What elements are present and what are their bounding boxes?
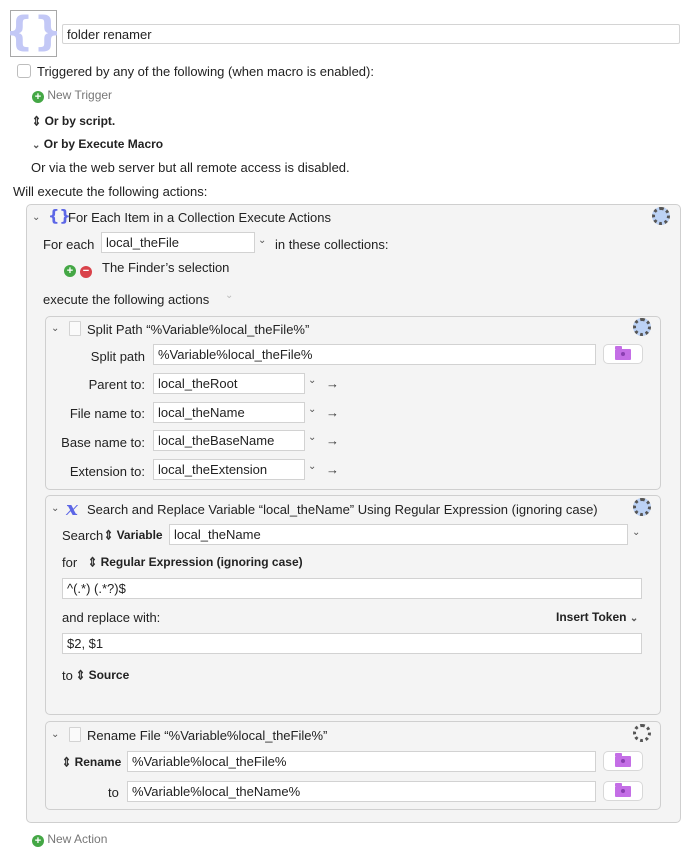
- collection-item[interactable]: The Finder’s selection: [102, 260, 229, 275]
- split-path-field[interactable]: %Variable%local_theFile%: [153, 344, 596, 365]
- pattern-field[interactable]: ^(.*) (.*?)$: [62, 578, 642, 599]
- collapse-toggle[interactable]: ⌄: [51, 500, 59, 514]
- arrow-right-icon[interactable]: →: [326, 433, 339, 448]
- plus-icon: +: [32, 835, 44, 847]
- triggered-checkbox[interactable]: [17, 64, 31, 78]
- chevron-down-icon: ⌄: [32, 140, 41, 151]
- rename-label: Rename: [74, 755, 122, 769]
- rename-mode-selector[interactable]: ⇕ Rename: [62, 755, 122, 771]
- folder-button[interactable]: [603, 781, 643, 801]
- or-by-script-label: Or by script.: [44, 114, 116, 128]
- or-by-execute-macro-toggle[interactable]: ⌄ Or by Execute Macro: [32, 137, 163, 151]
- folder-button[interactable]: [603, 344, 643, 364]
- will-execute-label: Will execute the following actions:: [13, 184, 208, 199]
- for-type-selector[interactable]: ⇕ Regular Expression (ignoring case): [88, 555, 303, 571]
- document-icon: [69, 727, 81, 742]
- file-name-to-field[interactable]: local_theName: [153, 402, 305, 423]
- split-path-label: Split path: [90, 349, 145, 364]
- search-variable-field[interactable]: local_theName: [169, 524, 628, 545]
- chevron-down-icon[interactable]: ⌄: [308, 375, 316, 386]
- gear-icon[interactable]: [652, 207, 670, 225]
- replace-label: and replace with:: [62, 610, 161, 625]
- in-collections-label: in these collections:: [275, 237, 389, 252]
- triggered-label: Triggered by any of the following (when …: [37, 64, 374, 79]
- to-target-selector[interactable]: ⇕ Source: [76, 668, 130, 684]
- to-target-label: Source: [88, 668, 130, 682]
- collapse-toggle[interactable]: ⌄: [32, 209, 40, 223]
- macro-icon[interactable]: {}: [5, 10, 62, 57]
- search-label: Search: [62, 528, 104, 543]
- arrow-right-icon[interactable]: →: [326, 405, 339, 420]
- parent-to-field[interactable]: local_theRoot: [153, 373, 305, 394]
- rename-source-field[interactable]: %Variable%local_theFile%: [127, 751, 596, 772]
- search-replace-title: Search and Replace Variable “local_theNa…: [87, 502, 598, 517]
- for-each-variable-field[interactable]: local_theFile: [101, 232, 255, 253]
- plus-icon: +: [32, 91, 44, 103]
- curly-braces-icon: {}: [5, 8, 62, 55]
- for-type-label: Regular Expression (ignoring case): [100, 555, 303, 569]
- split-path-title: Split Path “%Variable%local_theFile%”: [87, 322, 310, 337]
- new-trigger-label: New Trigger: [47, 88, 113, 102]
- rename-target-field[interactable]: %Variable%local_theName%: [127, 781, 596, 802]
- extension-to-field[interactable]: local_theExtension: [153, 459, 305, 480]
- rename-to-label: to: [108, 785, 119, 800]
- updown-icon: ⇕: [76, 668, 86, 684]
- chevron-down-icon[interactable]: ⌄: [308, 461, 316, 472]
- add-collection-button[interactable]: +: [64, 261, 76, 277]
- for-each-title: For Each Item in a Collection Execute Ac…: [68, 210, 332, 225]
- search-type-label: Variable: [116, 528, 163, 542]
- parent-to-label: Parent to:: [88, 377, 145, 392]
- insert-token-label: Insert Token: [556, 610, 627, 624]
- chevron-down-icon[interactable]: ⌄: [225, 290, 233, 301]
- minus-icon: −: [80, 266, 92, 278]
- updown-icon: ⇕: [88, 555, 98, 571]
- variable-x-icon: x: [66, 496, 78, 520]
- chevron-down-icon[interactable]: ⌄: [308, 432, 316, 443]
- arrow-right-icon[interactable]: →: [326, 462, 339, 477]
- web-server-note: Or via the web server but all remote acc…: [31, 160, 350, 175]
- base-name-to-label: Base name to:: [61, 435, 145, 450]
- chevron-down-icon[interactable]: ⌄: [308, 404, 316, 415]
- gear-icon[interactable]: [633, 318, 651, 336]
- macro-name-field[interactable]: folder renamer: [62, 24, 680, 44]
- or-by-script-toggle[interactable]: ⇕ Or by script.: [32, 114, 116, 130]
- new-action-label: New Action: [47, 832, 108, 846]
- for-label: for: [62, 555, 78, 570]
- updown-icon: ⇕: [62, 755, 72, 771]
- collapse-toggle[interactable]: ⌄: [51, 726, 59, 740]
- new-action-button[interactable]: + New Action: [32, 832, 107, 847]
- new-trigger-button[interactable]: + New Trigger: [32, 88, 112, 103]
- folder-icon: [615, 782, 631, 797]
- chevron-down-icon[interactable]: ⌄: [258, 235, 266, 246]
- plus-icon: +: [64, 265, 76, 277]
- folder-button[interactable]: [603, 751, 643, 771]
- remove-collection-button[interactable]: −: [80, 261, 92, 278]
- chevron-down-icon: ⌄: [629, 613, 639, 624]
- search-type-selector[interactable]: ⇕ Variable: [104, 528, 163, 544]
- chevron-down-icon[interactable]: ⌄: [632, 527, 640, 538]
- gear-icon[interactable]: [633, 724, 651, 742]
- for-each-label: For each: [43, 237, 95, 252]
- updown-icon: ⇕: [104, 528, 114, 544]
- folder-icon: [615, 345, 631, 360]
- replacement-field[interactable]: $2, $1: [62, 633, 642, 654]
- document-icon: [69, 321, 81, 336]
- rename-file-title: Rename File “%Variable%local_theFile%”: [87, 728, 328, 743]
- file-name-to-label: File name to:: [69, 406, 145, 421]
- extension-to-label: Extension to:: [69, 464, 145, 479]
- gear-icon[interactable]: [633, 498, 651, 516]
- base-name-to-field[interactable]: local_theBaseName: [153, 430, 305, 451]
- insert-token-button[interactable]: Insert Token ⌄: [556, 610, 638, 624]
- updown-icon: ⇕: [32, 114, 42, 130]
- to-label: to: [62, 668, 73, 683]
- arrow-right-icon[interactable]: →: [326, 376, 339, 391]
- execute-label: execute the following actions: [43, 292, 210, 307]
- or-by-execute-macro-label: Or by Execute Macro: [43, 137, 164, 151]
- folder-icon: [615, 752, 631, 767]
- collapse-toggle[interactable]: ⌄: [51, 320, 59, 334]
